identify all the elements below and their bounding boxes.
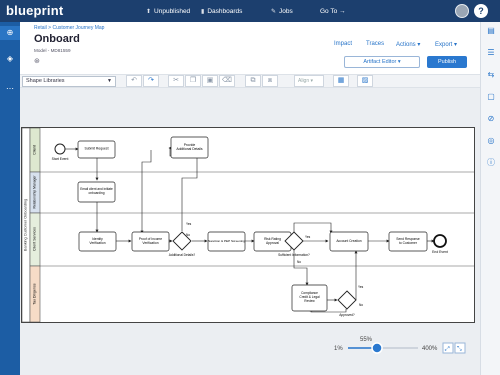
files-icon[interactable]: ▢: [481, 90, 500, 104]
nav-unpublished[interactable]: ⬆ Unpublished: [146, 0, 190, 22]
task-label: Approval: [266, 241, 279, 245]
zoom-svg: 55% 1% 400% ⤢ ⤡: [334, 337, 466, 354]
globe-icon[interactable]: ⊕: [0, 26, 20, 40]
gateway-label: Sufficient Information?: [278, 253, 310, 257]
app-logo[interactable]: blueprint: [6, 3, 63, 18]
delete-icon[interactable]: ⌫: [219, 75, 235, 87]
align-select[interactable]: Align ▾: [294, 75, 324, 87]
upload-icon: ⬆: [146, 8, 152, 15]
flow-edges: [65, 146, 435, 313]
start-event[interactable]: [54, 143, 66, 155]
group-icon[interactable]: ⧉: [245, 75, 261, 87]
right-rail: ▤ ☰ ⇆ ▢ ⊘ ◎ ⓘ: [480, 22, 500, 375]
info-icon[interactable]: ⓘ: [481, 156, 500, 170]
chevron-down-icon: ▼: [107, 78, 112, 84]
task-label: Verification: [142, 241, 158, 245]
zoom-control: 55% 1% 400% ⤢ ⤡: [330, 335, 470, 359]
grid-icon[interactable]: ▦: [333, 75, 349, 87]
zoom-handle[interactable]: [371, 342, 383, 354]
bpmn-svg: Banking Customer Onboarding Client Relat…: [21, 127, 474, 323]
edge-label-yes: Yes: [186, 222, 192, 226]
left-rail: ⊕ ◈ ⋯: [0, 22, 20, 375]
gateway-approved[interactable]: [337, 290, 357, 310]
start-label: Start Event: [52, 157, 69, 161]
cube-icon[interactable]: ◈: [0, 52, 20, 66]
end-label: End Event: [432, 250, 448, 254]
model-id: Model - MD81559: [34, 48, 71, 53]
lane-label-client: Client: [33, 144, 37, 155]
nav-jobs[interactable]: ✎ Jobs: [271, 0, 293, 22]
lane-label-tax: Tax Diligence: [33, 283, 37, 304]
impact-link[interactable]: Impact: [334, 41, 352, 47]
more-icon[interactable]: ⋯: [0, 82, 20, 96]
actions-menu[interactable]: Actions ▾: [396, 41, 420, 48]
task-label: Account Creation: [336, 239, 361, 243]
nav-label: Unpublished: [154, 7, 191, 15]
paste-icon[interactable]: ▣: [202, 75, 218, 87]
wrench-icon: ✎: [271, 8, 277, 15]
edge-label-yes: Yes: [305, 235, 311, 239]
end-event[interactable]: [433, 234, 447, 248]
cut-icon[interactable]: ✂: [168, 75, 184, 87]
fullscreen-glyph: ⤡: [457, 346, 462, 353]
nav-label: Dashboards: [207, 7, 243, 15]
gateway-label: Additional Details?: [169, 253, 196, 257]
edge-label-no: No: [297, 260, 301, 264]
avatar[interactable]: [455, 4, 469, 18]
link-icon[interactable]: ⊘: [481, 112, 500, 126]
task-label: Verification: [89, 241, 105, 245]
pool-label: Banking Customer Onboarding: [24, 199, 28, 251]
shape-libraries-label: Shape Libraries: [26, 78, 65, 84]
ungroup-icon[interactable]: ⧈: [262, 75, 278, 87]
zoom-min: 1%: [334, 346, 343, 352]
page-title: Onboard: [34, 33, 80, 45]
nav-label: Jobs: [279, 7, 293, 15]
fit-screen-glyph: ⤢: [445, 346, 450, 353]
link-icon[interactable]: ⊛: [34, 57, 43, 66]
properties-icon[interactable]: ▤: [481, 24, 500, 38]
discussion-icon[interactable]: ☰: [481, 46, 500, 60]
zoom-percent: 55%: [360, 337, 373, 343]
nav-goto[interactable]: Go To →: [320, 0, 346, 22]
task-label: onboarding: [89, 191, 105, 195]
edge-label-yes: Yes: [358, 285, 364, 289]
gateway-label: Approved?: [339, 313, 355, 317]
publish-button[interactable]: Publish: [427, 56, 467, 68]
zoom-max: 400%: [422, 346, 438, 352]
task-label: Submit Request: [84, 147, 108, 151]
bpmn-diagram[interactable]: Banking Customer Onboarding Client Relat…: [21, 127, 475, 323]
redo-icon[interactable]: ↷: [143, 75, 159, 87]
edge-label-no: No: [186, 233, 190, 237]
image-export-icon[interactable]: ▨: [357, 75, 373, 87]
traces-link[interactable]: Traces: [366, 41, 384, 47]
nav-label: Go To →: [320, 7, 346, 15]
breadcrumb[interactable]: Retail > Customer Journey Map: [34, 25, 104, 31]
task-label: Sanction & PEP Screening: [208, 239, 245, 243]
edge-label-no: No: [359, 303, 363, 307]
history-icon[interactable]: ⇆: [481, 68, 500, 82]
task-label: Additional Details: [176, 147, 203, 151]
help-icon[interactable]: ?: [474, 4, 488, 18]
task-label: to Customer: [399, 241, 418, 245]
undo-icon[interactable]: ↶: [126, 75, 142, 87]
artifact-editor-button[interactable]: Artifact Editor ▾: [344, 56, 420, 68]
top-bar: blueprint ⬆ Unpublished ▮ Dashboards ✎ J…: [0, 0, 500, 22]
copy-icon[interactable]: ❐: [185, 75, 201, 87]
export-menu[interactable]: Export ▾: [435, 41, 457, 48]
shape-libraries-select[interactable]: Shape Libraries ▼: [22, 76, 116, 87]
review-icon[interactable]: ◎: [481, 134, 500, 148]
task-label: Review: [304, 299, 315, 303]
nav-dashboards[interactable]: ▮ Dashboards: [201, 0, 242, 22]
bar-chart-icon: ▮: [201, 8, 205, 15]
lane-label-rm: Relationship Manager: [33, 175, 37, 209]
lane-label-cs: Client Services: [33, 227, 37, 251]
